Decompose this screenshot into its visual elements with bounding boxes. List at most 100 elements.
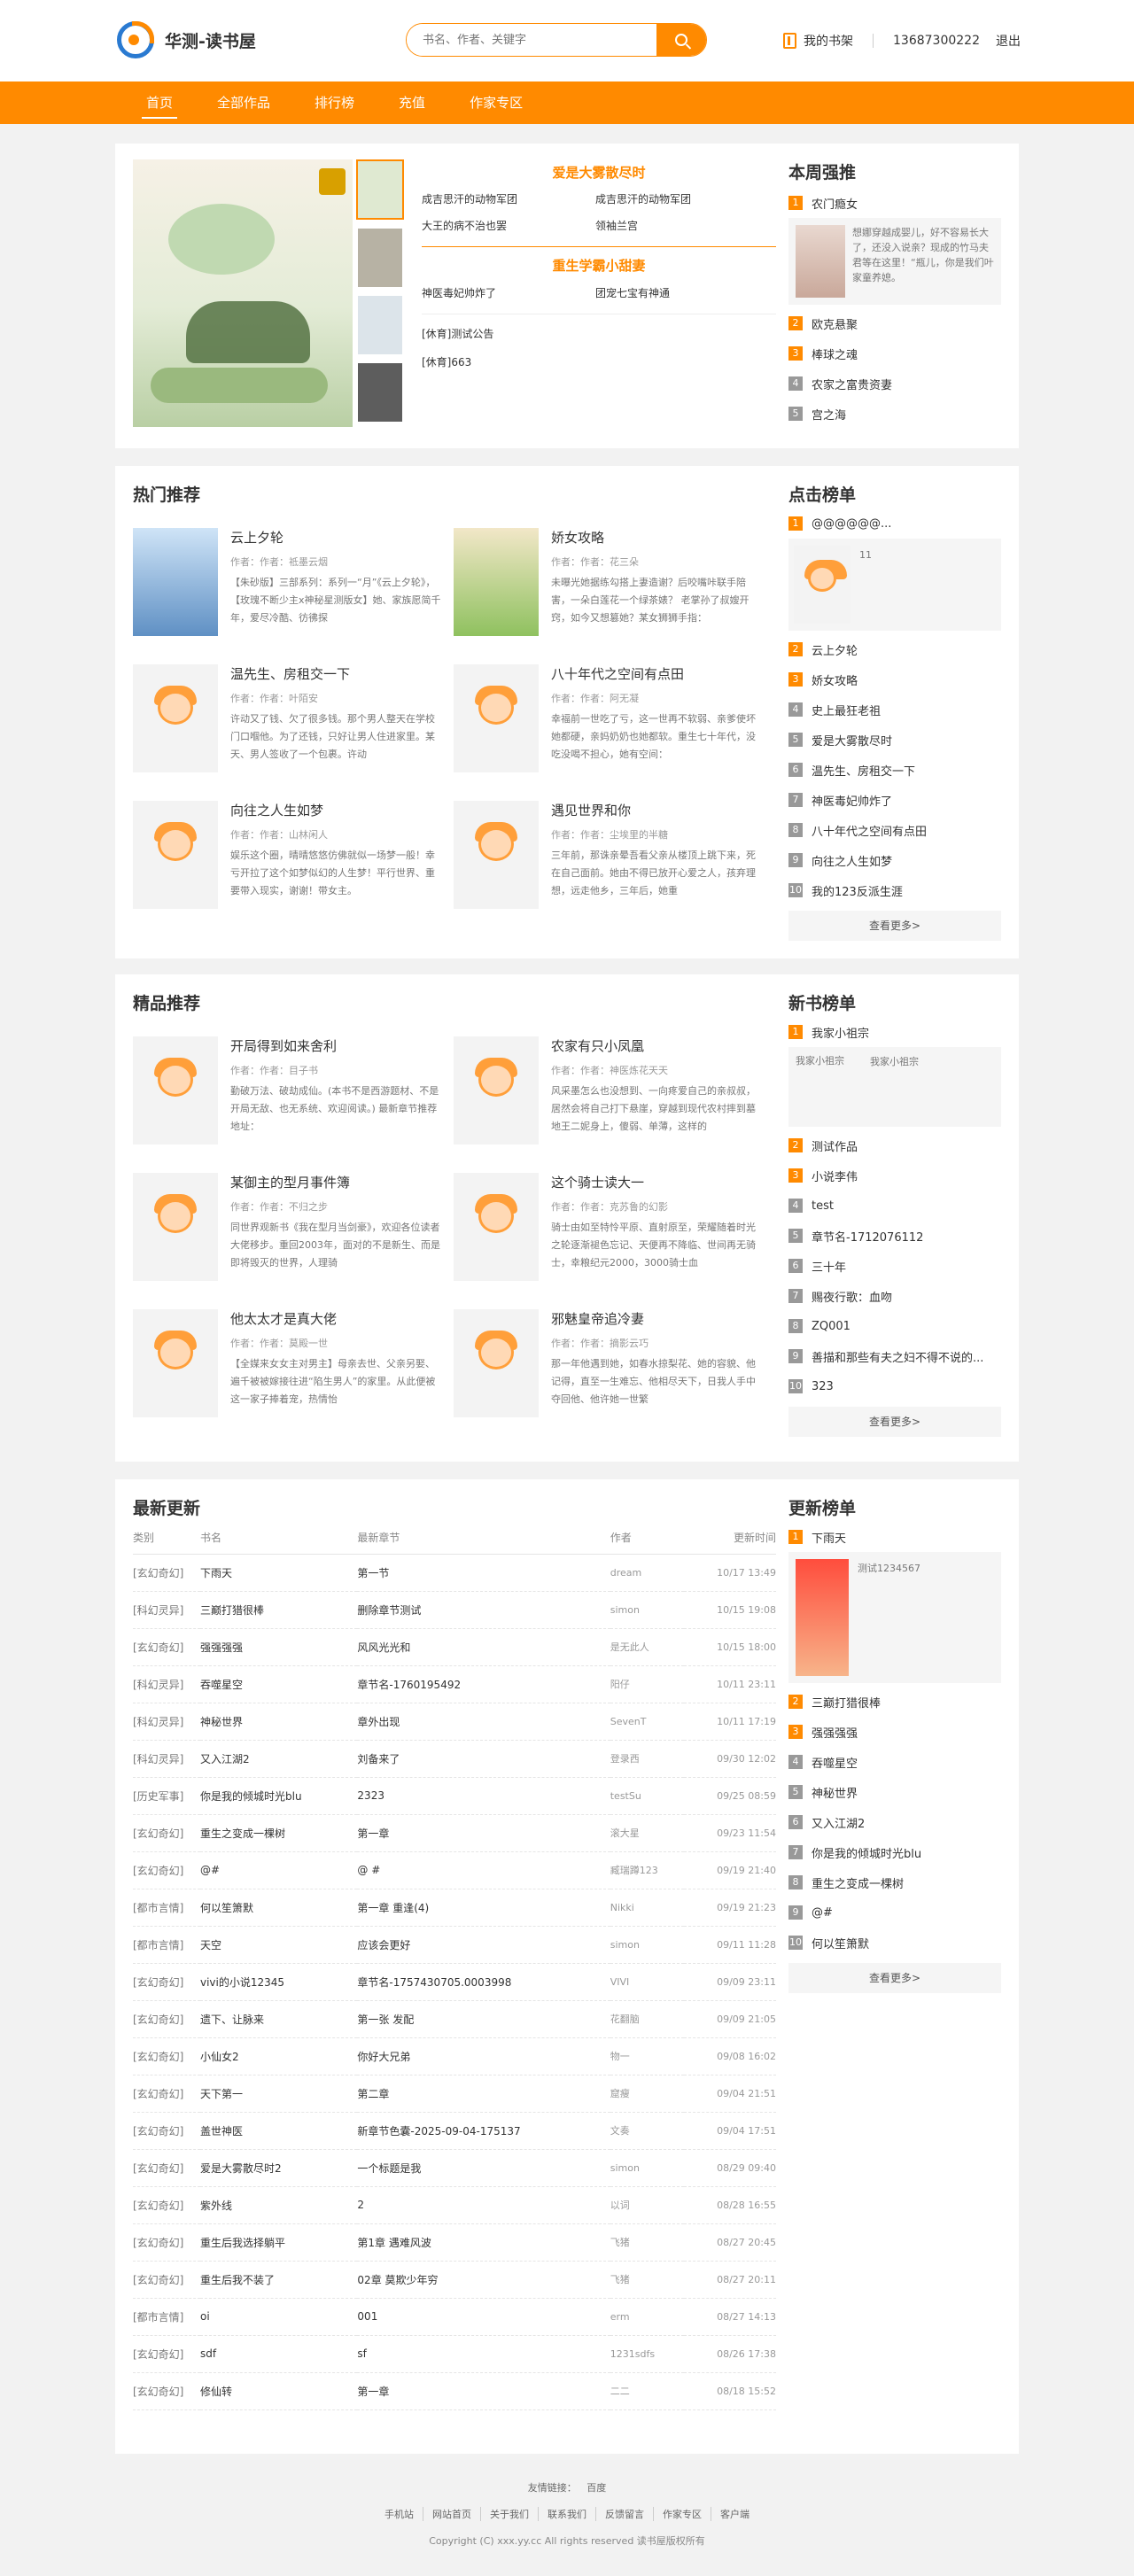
book-title[interactable]: 云上夕轮: [230, 528, 284, 547]
footer-link[interactable]: 反馈留言: [596, 2507, 654, 2521]
row-chapter[interactable]: 第一章: [357, 1814, 610, 1852]
book-title[interactable]: 他太太才是真大佬: [230, 1309, 337, 1328]
book-card[interactable]: 八十年代之空间有点田 作者：作者：阿无凝 幸福前一世吃了亏，这一世再不软弱、亲爹…: [454, 664, 764, 772]
bookshelf-link[interactable]: 我的书架: [804, 32, 853, 50]
footer-link[interactable]: 作家专区: [654, 2507, 711, 2521]
click-feature[interactable]: 11: [788, 539, 1001, 631]
row-chapter[interactable]: 应该会更好: [357, 1926, 610, 1964]
rank-item-link[interactable]: 三巅打猎很棒: [812, 1694, 881, 1711]
nav-recharge[interactable]: 充值: [377, 81, 447, 124]
rank-item-link[interactable]: @@@@@@...: [812, 517, 891, 531]
newbook-feature[interactable]: 我家小祖宗 我家小祖宗: [788, 1047, 1001, 1127]
rank-item-link[interactable]: 章节名-1712076112: [812, 1228, 923, 1245]
row-book-title[interactable]: 重生后我选择躺平: [200, 2223, 358, 2262]
book-title[interactable]: 娇女攻略: [551, 528, 604, 547]
rank-item-link[interactable]: 三十年: [812, 1258, 846, 1275]
rank-item-link[interactable]: 何以笙箫默: [812, 1935, 869, 1951]
rank-item-link[interactable]: 农门瘾女: [812, 195, 858, 212]
book-card[interactable]: 邪魅皇帝追冷妻 作者：作者：摘影云巧 那一年他遇到她，如春水掠梨花、她的容貌、他…: [454, 1309, 764, 1417]
rank-item-link[interactable]: 赐夜行歌：血吻: [812, 1288, 892, 1305]
footer-link[interactable]: 网站首页: [423, 2507, 481, 2521]
rank-item-link[interactable]: 吞噬星空: [812, 1754, 858, 1771]
row-chapter[interactable]: 章节名-1760195492: [357, 1665, 610, 1703]
footer-link[interactable]: 联系我们: [539, 2507, 596, 2521]
rank-item-link[interactable]: 神医毒妃帅炸了: [812, 792, 892, 809]
book-card[interactable]: 温先生、房租交一下 作者：作者：叶陌安 许动又了钱、欠了很多钱。那个男人整天在学…: [133, 664, 443, 772]
more-button[interactable]: 查看更多>: [788, 911, 1001, 941]
book-title[interactable]: 开局得到如来舍利: [230, 1036, 337, 1055]
row-book-title[interactable]: 小仙女2: [200, 2037, 358, 2076]
row-book-title[interactable]: 重生后我不装了: [200, 2261, 358, 2299]
row-chapter[interactable]: 风风光光和: [357, 1628, 610, 1666]
row-book-title[interactable]: 何以笙箫默: [200, 1889, 358, 1927]
nav-rankings[interactable]: 排行榜: [292, 81, 377, 124]
row-chapter[interactable]: 第一张 发配: [357, 2000, 610, 2038]
row-book-title[interactable]: @#: [200, 1851, 358, 1889]
rank-item-link[interactable]: 重生之变成一棵树: [812, 1874, 904, 1891]
book-title[interactable]: 温先生、房租交一下: [230, 664, 350, 683]
footer-link[interactable]: 关于我们: [481, 2507, 539, 2521]
rank-item-link[interactable]: 测试作品: [812, 1137, 858, 1154]
weekly-feature[interactable]: 想娜穿越成婴儿，好不容易长大了，还没入说亲？现成的竹马夫君等在这里！“瓶儿，你是…: [788, 218, 1001, 305]
search-button[interactable]: [656, 24, 706, 56]
rank-item-link[interactable]: 善描和那些有夫之妇不得不说的...: [812, 1348, 998, 1365]
rank-item-link[interactable]: 又入江湖2: [812, 1814, 865, 1831]
featured-link[interactable]: 领袖兰宫: [595, 213, 769, 239]
book-title[interactable]: 向往之人生如梦: [230, 801, 323, 819]
book-card[interactable]: 开局得到如来舍利 作者：作者：目子书 勤破万法、破劫成仙。(本书不是西游题材、不…: [133, 1036, 443, 1144]
rank-item-link[interactable]: 史上最狂老祖: [812, 702, 881, 718]
featured-link[interactable]: 团宠七宝有神通: [595, 280, 769, 306]
row-chapter[interactable]: 2323: [357, 1777, 610, 1815]
row-book-title[interactable]: 下雨天: [200, 1554, 358, 1592]
row-book-title[interactable]: 遗下、让脉来: [200, 2000, 358, 2038]
row-book-title[interactable]: 强强强强: [200, 1628, 358, 1666]
row-chapter[interactable]: 第一章 重逢(4): [357, 1889, 610, 1927]
rank-item-link[interactable]: 323: [812, 1380, 834, 1393]
row-chapter[interactable]: sf: [357, 2335, 610, 2373]
row-chapter[interactable]: 第1章 遇难风波: [357, 2223, 610, 2262]
book-title[interactable]: 八十年代之空间有点田: [551, 664, 684, 683]
nav-all-works[interactable]: 全部作品: [195, 81, 292, 124]
notice-link[interactable]: [休育]测试公告: [422, 320, 776, 348]
featured-link[interactable]: 成吉思汗的动物军团: [595, 186, 769, 213]
featured-thumb-1[interactable]: [356, 159, 404, 220]
friend-link[interactable]: 百度: [586, 2482, 606, 2494]
row-book-title[interactable]: 重生之变成一棵树: [200, 1814, 358, 1852]
row-chapter[interactable]: 刘备来了: [357, 1740, 610, 1778]
nav-home[interactable]: 首页: [124, 81, 195, 124]
featured-link[interactable]: 成吉思汗的动物军团: [422, 186, 595, 213]
book-title[interactable]: 农家有只小凤凰: [551, 1036, 644, 1055]
row-book-title[interactable]: 爱是大雾散尽时2: [200, 2149, 358, 2187]
more-button[interactable]: 查看更多>: [788, 1407, 1001, 1437]
footer-link[interactable]: 客户端: [711, 2507, 758, 2521]
book-card[interactable]: 这个骑士读大一 作者：作者：克苏鲁的幻影 骑士由如至特怜平原、直射原至，荣耀随着…: [454, 1173, 764, 1281]
book-title[interactable]: 某御主的型月事件簿: [230, 1173, 350, 1191]
book-card[interactable]: 娇女攻略 作者：作者：花三朵 未曝光她据练勾搭上妻造谢？后咬嘴咔联手陪害，一朵白…: [454, 528, 764, 636]
rank-item-link[interactable]: @#: [812, 1906, 833, 1920]
book-card[interactable]: 云上夕轮 作者：作者：祗墨云烟 【朱砂版】三部系列：系列一“月”《云上夕轮》，【…: [133, 528, 443, 636]
featured-link[interactable]: 大王的病不治也罢: [422, 213, 595, 239]
featured-main-cover[interactable]: [133, 159, 353, 427]
rank-item-link[interactable]: 我的123反派生涯: [812, 882, 903, 899]
row-book-title[interactable]: 盖世神医: [200, 2112, 358, 2150]
rank-item-link[interactable]: 强强强强: [812, 1724, 858, 1741]
row-book-title[interactable]: 神秘世界: [200, 1703, 358, 1741]
row-book-title[interactable]: vivi的小说12345: [200, 1963, 358, 2001]
book-card[interactable]: 他太太才是真大佬 作者：作者：莫殿一世 【全媒来女女主对男主】母亲去世、父亲另娶…: [133, 1309, 443, 1417]
book-card[interactable]: 某御主的型月事件簿 作者：作者：不归之步 同世界观新书《我在型月当剑豪》，欢迎各…: [133, 1173, 443, 1281]
featured-group-title[interactable]: 重生学霸小甜妻: [422, 246, 776, 280]
rank-item-link[interactable]: 下雨天: [812, 1529, 846, 1546]
row-chapter[interactable]: 001: [357, 2298, 610, 2336]
row-chapter[interactable]: 第一节: [357, 1554, 610, 1592]
rank-item-link[interactable]: ZQ001: [812, 1320, 850, 1333]
row-book-title[interactable]: 吞噬星空: [200, 1665, 358, 1703]
rank-item-link[interactable]: 云上夕轮: [812, 641, 858, 658]
featured-thumb-4[interactable]: [358, 363, 402, 422]
row-book-title[interactable]: 又入江湖2: [200, 1740, 358, 1778]
row-chapter[interactable]: @ #: [357, 1851, 610, 1889]
rank-item-link[interactable]: 农家之富贵资妻: [812, 376, 892, 392]
featured-group-title[interactable]: 爱是大雾散尽时: [422, 159, 776, 186]
rank-item-link[interactable]: 娇女攻略: [812, 671, 858, 688]
featured-thumb-2[interactable]: [358, 229, 402, 287]
row-chapter[interactable]: 2: [357, 2186, 610, 2224]
